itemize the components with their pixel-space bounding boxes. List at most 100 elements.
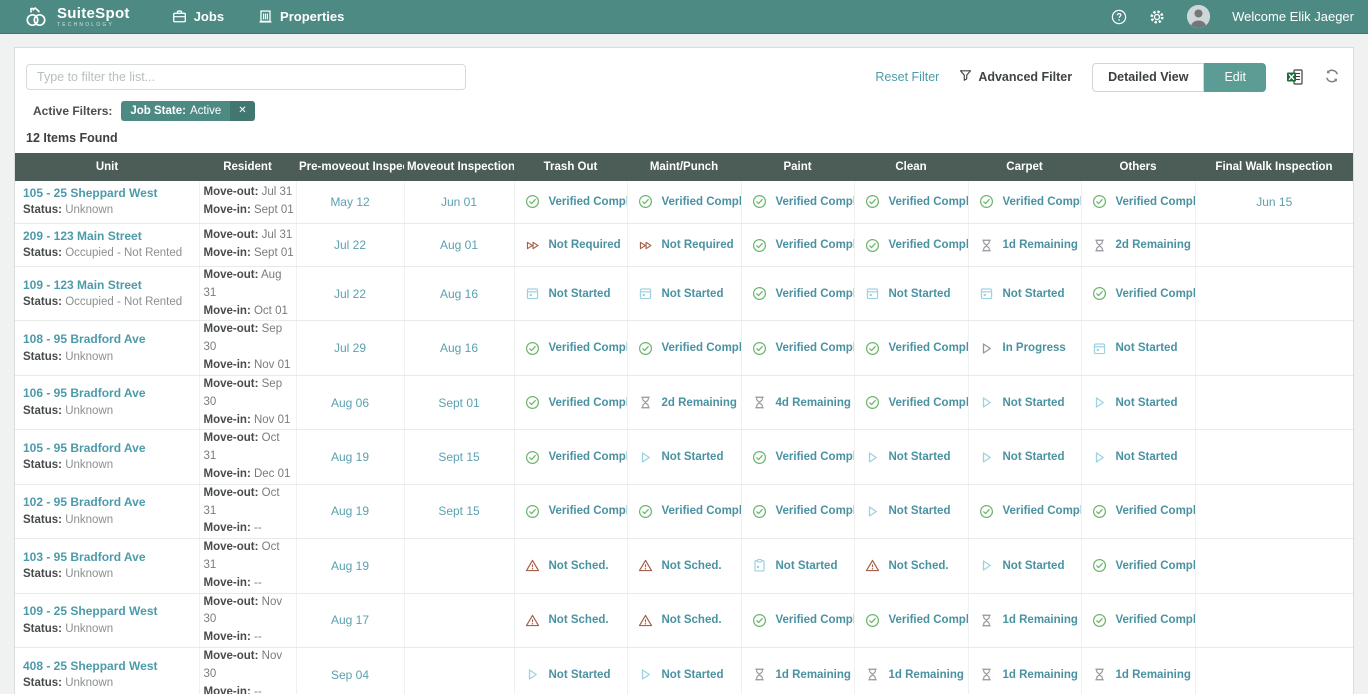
verified-complete-status[interactable]: Verified Complete xyxy=(515,504,627,519)
verified-complete-status[interactable]: Verified Complete xyxy=(855,238,968,253)
pre-moveout-inspection-date[interactable]: Jul 22 xyxy=(296,224,404,267)
column-header-trash-out[interactable]: Trash Out xyxy=(514,153,627,181)
export-excel-icon[interactable] xyxy=(1286,68,1304,86)
unit-link[interactable]: 106 - 95 Bradford Ave xyxy=(23,384,146,403)
not-sched-status[interactable]: Not Sched. xyxy=(515,558,627,573)
detailed-view-button[interactable]: Detailed View xyxy=(1092,63,1204,92)
verified-complete-status[interactable]: Verified Complete xyxy=(628,341,741,356)
verified-complete-status[interactable]: Verified Complete xyxy=(515,194,627,209)
column-header-carpet[interactable]: Carpet xyxy=(968,153,1081,181)
pre-moveout-inspection-date[interactable]: Aug 19 xyxy=(296,484,404,538)
not-started-status[interactable]: Not Started xyxy=(515,667,627,682)
not-started-status[interactable]: Not Started xyxy=(969,395,1081,410)
column-header-clean[interactable]: Clean xyxy=(854,153,968,181)
moveout-inspection-date[interactable]: Sept 15 xyxy=(404,430,514,484)
column-header-pre-moveout-inspection[interactable]: Pre-moveout Inspection xyxy=(296,153,404,181)
verified-complete-status[interactable]: Verified Complete xyxy=(1082,194,1195,209)
pre-moveout-inspection-date[interactable]: Aug 06 xyxy=(296,375,404,429)
pre-moveout-inspection-date[interactable]: Jul 29 xyxy=(296,321,404,375)
verified-complete-status[interactable]: Verified Complete xyxy=(1082,613,1195,628)
gear-icon[interactable] xyxy=(1149,9,1165,25)
unit-link[interactable]: 109 - 25 Sheppard West xyxy=(23,602,158,621)
verified-complete-status[interactable]: Verified Complete xyxy=(628,504,741,519)
1d-remaining-status[interactable]: 1d Remaining xyxy=(855,667,968,682)
column-header-moveout-inspection[interactable]: Moveout Inspection xyxy=(404,153,514,181)
moveout-inspection-date[interactable]: Aug 16 xyxy=(404,321,514,375)
moveout-inspection-date[interactable]: Sept 15 xyxy=(404,484,514,538)
verified-complete-status[interactable]: Verified Complete xyxy=(742,613,854,628)
not-sched-status[interactable]: Not Sched. xyxy=(628,613,741,628)
pre-moveout-inspection-date[interactable]: Sep 04 xyxy=(296,648,404,694)
2d-remaining-status[interactable]: 2d Remaining xyxy=(628,395,741,410)
nav-properties[interactable]: Properties xyxy=(258,9,344,24)
unit-link[interactable]: 209 - 123 Main Street xyxy=(23,227,142,246)
not-sched-status[interactable]: Not Sched. xyxy=(855,558,968,573)
not-started-status[interactable]: Not Started xyxy=(855,450,968,465)
nav-jobs[interactable]: Jobs xyxy=(172,9,224,24)
pre-moveout-inspection-date[interactable]: May 12 xyxy=(296,181,404,224)
verified-complete-status[interactable]: Verified Complete xyxy=(742,238,854,253)
filter-input[interactable] xyxy=(26,64,466,90)
not-started-status[interactable]: Not Started xyxy=(969,450,1081,465)
not-started-status[interactable]: Not Started xyxy=(969,558,1081,573)
unit-link[interactable]: 105 - 25 Sheppard West xyxy=(23,184,158,203)
not-started-status[interactable]: Not Started xyxy=(1082,395,1195,410)
verified-complete-status[interactable]: Verified Complete xyxy=(855,194,968,209)
verified-complete-status[interactable]: Verified Complete xyxy=(628,194,741,209)
not-started-status[interactable]: Not Started xyxy=(628,450,741,465)
unit-link[interactable]: 408 - 25 Sheppard West xyxy=(23,657,158,676)
not-started-status[interactable]: Not Started xyxy=(1082,450,1195,465)
verified-complete-status[interactable]: Verified Complete xyxy=(969,194,1081,209)
column-header-maint-punch[interactable]: Maint/Punch xyxy=(627,153,741,181)
not-required-status[interactable]: Not Required xyxy=(515,238,627,253)
in-progress-status[interactable]: In Progress xyxy=(969,341,1081,356)
final-walk-inspection-date[interactable]: Jun 15 xyxy=(1195,181,1353,224)
moveout-inspection-date[interactable]: Aug 16 xyxy=(404,267,514,321)
verified-complete-status[interactable]: Verified Complete xyxy=(969,504,1081,519)
1d-remaining-status[interactable]: 1d Remaining xyxy=(969,238,1081,253)
verified-complete-status[interactable]: Verified Complete xyxy=(742,194,854,209)
1d-remaining-status[interactable]: 1d Remaining xyxy=(1082,667,1195,682)
not-started-status[interactable]: Not Started xyxy=(1082,341,1195,356)
1d-remaining-status[interactable]: 1d Remaining xyxy=(969,613,1081,628)
not-required-status[interactable]: Not Required xyxy=(628,238,741,253)
unit-link[interactable]: 108 - 95 Bradford Ave xyxy=(23,330,146,349)
user-avatar[interactable] xyxy=(1187,5,1210,28)
not-started-status[interactable]: Not Started xyxy=(855,504,968,519)
verified-complete-status[interactable]: Verified Complete xyxy=(855,613,968,628)
column-header-others[interactable]: Others xyxy=(1081,153,1195,181)
moveout-inspection-date[interactable]: Sept 01 xyxy=(404,375,514,429)
pre-moveout-inspection-date[interactable]: Aug 17 xyxy=(296,593,404,647)
unit-link[interactable]: 105 - 95 Bradford Ave xyxy=(23,439,146,458)
column-header-final-walk-inspection[interactable]: Final Walk Inspection xyxy=(1195,153,1353,181)
verified-complete-status[interactable]: Verified Complete xyxy=(1082,558,1195,573)
suitespot-logo[interactable]: SuiteSpot TECHNOLOGY xyxy=(22,3,130,31)
not-sched-status[interactable]: Not Sched. xyxy=(515,613,627,628)
2d-remaining-status[interactable]: 2d Remaining xyxy=(1082,238,1195,253)
not-started-status[interactable]: Not Started xyxy=(515,286,627,301)
pre-moveout-inspection-date[interactable]: Jul 22 xyxy=(296,267,404,321)
verified-complete-status[interactable]: Verified Complete xyxy=(742,504,854,519)
not-started-status[interactable]: Not Started xyxy=(855,286,968,301)
1d-remaining-status[interactable]: 1d Remaining xyxy=(742,667,854,682)
verified-complete-status[interactable]: Verified Complete xyxy=(1082,286,1195,301)
4d-remaining-status[interactable]: 4d Remaining xyxy=(742,395,854,410)
edit-button[interactable]: Edit xyxy=(1204,63,1266,92)
advanced-filter-button[interactable]: Advanced Filter xyxy=(959,69,1072,85)
unit-link[interactable]: 109 - 123 Main Street xyxy=(23,276,142,295)
not-started-status[interactable]: Not Started xyxy=(742,558,854,573)
help-icon[interactable] xyxy=(1111,9,1127,25)
column-header-unit[interactable]: Unit xyxy=(15,153,199,181)
verified-complete-status[interactable]: Verified Complete xyxy=(1082,504,1195,519)
verified-complete-status[interactable]: Verified Complete xyxy=(855,395,968,410)
unit-link[interactable]: 102 - 95 Bradford Ave xyxy=(23,493,146,512)
not-started-status[interactable]: Not Started xyxy=(969,286,1081,301)
verified-complete-status[interactable]: Verified Complete xyxy=(742,286,854,301)
verified-complete-status[interactable]: Verified Complete xyxy=(515,395,627,410)
verified-complete-status[interactable]: Verified Complete xyxy=(515,341,627,356)
not-started-status[interactable]: Not Started xyxy=(628,286,741,301)
verified-complete-status[interactable]: Verified Complete xyxy=(855,341,968,356)
reset-filter-link[interactable]: Reset Filter xyxy=(875,70,939,84)
verified-complete-status[interactable]: Verified Complete xyxy=(742,341,854,356)
pre-moveout-inspection-date[interactable]: Aug 19 xyxy=(296,539,404,593)
